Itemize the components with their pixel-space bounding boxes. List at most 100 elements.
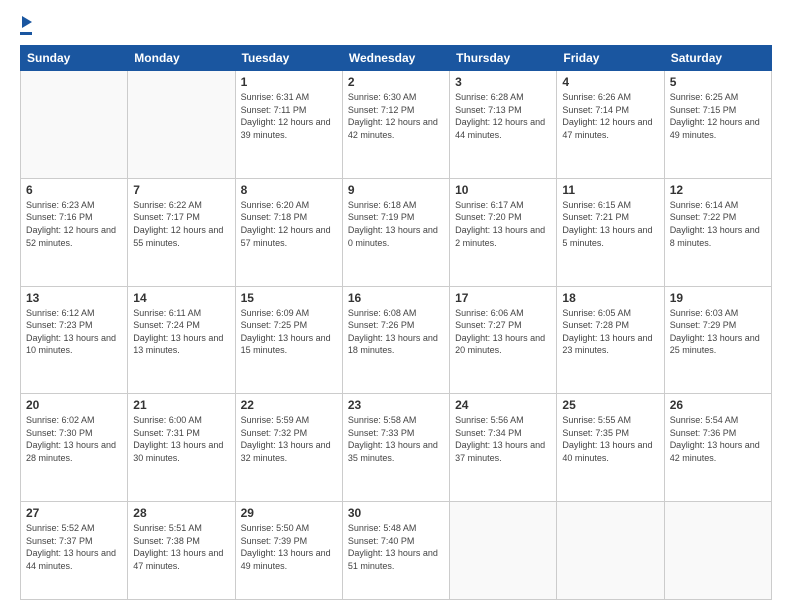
day-info: Sunrise: 6:12 AM Sunset: 7:23 PM Dayligh… — [26, 307, 122, 357]
header-tuesday: Tuesday — [235, 46, 342, 71]
day-number: 11 — [562, 183, 658, 197]
day-cell — [21, 71, 128, 179]
day-cell: 22 Sunrise: 5:59 AM Sunset: 7:32 PM Dayli… — [235, 394, 342, 502]
day-info: Sunrise: 6:14 AM Sunset: 7:22 PM Dayligh… — [670, 199, 766, 249]
day-info: Sunrise: 6:22 AM Sunset: 7:17 PM Dayligh… — [133, 199, 229, 249]
day-cell: 13 Sunrise: 6:12 AM Sunset: 7:23 PM Dayli… — [21, 286, 128, 394]
day-cell: 20Sunrise: 6:02 AM Sunset: 7:30 PM Dayli… — [21, 394, 128, 502]
day-cell: 23Sunrise: 5:58 AM Sunset: 7:33 PM Dayli… — [342, 394, 449, 502]
day-cell — [557, 502, 664, 600]
header-friday: Friday — [557, 46, 664, 71]
day-cell: 7 Sunrise: 6:22 AM Sunset: 7:17 PM Daylig… — [128, 178, 235, 286]
week-row-4: 27 Sunrise: 5:52 AM Sunset: 7:37 PM Dayli… — [21, 502, 772, 600]
logo-arrow-icon — [22, 16, 32, 28]
day-cell: 14 Sunrise: 6:11 AM Sunset: 7:24 PM Dayli… — [128, 286, 235, 394]
day-info: Sunrise: 6:00 AM Sunset: 7:31 PM Dayligh… — [133, 414, 229, 464]
day-info: Sunrise: 6:20 AM Sunset: 7:18 PM Dayligh… — [241, 199, 337, 249]
day-number: 19 — [670, 291, 766, 305]
day-number: 2 — [348, 75, 444, 89]
day-info: Sunrise: 6:09 AM Sunset: 7:25 PM Dayligh… — [241, 307, 337, 357]
day-number: 29 — [241, 506, 337, 520]
page: SundayMondayTuesdayWednesdayThursdayFrid… — [0, 0, 792, 612]
day-cell: 16 Sunrise: 6:08 AM Sunset: 7:26 PM Dayli… — [342, 286, 449, 394]
day-info: Sunrise: 5:58 AM Sunset: 7:33 PM Dayligh… — [348, 414, 444, 464]
logo-underline — [20, 32, 32, 35]
day-cell: 15Sunrise: 6:09 AM Sunset: 7:25 PM Dayli… — [235, 286, 342, 394]
header-sunday: Sunday — [21, 46, 128, 71]
day-cell: 18 Sunrise: 6:05 AM Sunset: 7:28 PM Dayli… — [557, 286, 664, 394]
day-number: 22 — [241, 398, 337, 412]
day-number: 14 — [133, 291, 229, 305]
day-cell: 10 Sunrise: 6:17 AM Sunset: 7:20 PM Dayli… — [450, 178, 557, 286]
day-cell: 5Sunrise: 6:25 AM Sunset: 7:15 PM Daylig… — [664, 71, 771, 179]
day-cell: 21 Sunrise: 6:00 AM Sunset: 7:31 PM Dayli… — [128, 394, 235, 502]
day-number: 4 — [562, 75, 658, 89]
day-cell: 28Sunrise: 5:51 AM Sunset: 7:38 PM Dayli… — [128, 502, 235, 600]
day-info: Sunrise: 5:55 AM Sunset: 7:35 PM Dayligh… — [562, 414, 658, 464]
day-number: 18 — [562, 291, 658, 305]
day-cell: 2Sunrise: 6:30 AM Sunset: 7:12 PM Daylig… — [342, 71, 449, 179]
day-number: 12 — [670, 183, 766, 197]
day-number: 16 — [348, 291, 444, 305]
day-number: 25 — [562, 398, 658, 412]
day-info: Sunrise: 5:56 AM Sunset: 7:34 PM Dayligh… — [455, 414, 551, 464]
day-cell: 25 Sunrise: 5:55 AM Sunset: 7:35 PM Dayli… — [557, 394, 664, 502]
day-cell: 24Sunrise: 5:56 AM Sunset: 7:34 PM Dayli… — [450, 394, 557, 502]
day-info: Sunrise: 6:05 AM Sunset: 7:28 PM Dayligh… — [562, 307, 658, 357]
day-number: 27 — [26, 506, 122, 520]
header-saturday: Saturday — [664, 46, 771, 71]
day-cell: 6Sunrise: 6:23 AM Sunset: 7:16 PM Daylig… — [21, 178, 128, 286]
week-row-0: 1 Sunrise: 6:31 AM Sunset: 7:11 PM Daylig… — [21, 71, 772, 179]
day-info: Sunrise: 6:31 AM Sunset: 7:11 PM Dayligh… — [241, 91, 337, 141]
day-cell: 9 Sunrise: 6:18 AM Sunset: 7:19 PM Daylig… — [342, 178, 449, 286]
day-info: Sunrise: 6:17 AM Sunset: 7:20 PM Dayligh… — [455, 199, 551, 249]
logo — [20, 16, 32, 35]
day-number: 10 — [455, 183, 551, 197]
day-info: Sunrise: 6:06 AM Sunset: 7:27 PM Dayligh… — [455, 307, 551, 357]
day-info: Sunrise: 6:11 AM Sunset: 7:24 PM Dayligh… — [133, 307, 229, 357]
day-info: Sunrise: 6:03 AM Sunset: 7:29 PM Dayligh… — [670, 307, 766, 357]
day-info: Sunrise: 6:28 AM Sunset: 7:13 PM Dayligh… — [455, 91, 551, 141]
day-cell — [664, 502, 771, 600]
day-cell: 11 Sunrise: 6:15 AM Sunset: 7:21 PM Dayli… — [557, 178, 664, 286]
week-row-1: 6Sunrise: 6:23 AM Sunset: 7:16 PM Daylig… — [21, 178, 772, 286]
day-cell: 17Sunrise: 6:06 AM Sunset: 7:27 PM Dayli… — [450, 286, 557, 394]
week-row-2: 13 Sunrise: 6:12 AM Sunset: 7:23 PM Dayli… — [21, 286, 772, 394]
day-cell — [450, 502, 557, 600]
day-cell: 3 Sunrise: 6:28 AM Sunset: 7:13 PM Daylig… — [450, 71, 557, 179]
day-cell: 29Sunrise: 5:50 AM Sunset: 7:39 PM Dayli… — [235, 502, 342, 600]
day-number: 30 — [348, 506, 444, 520]
day-info: Sunrise: 6:08 AM Sunset: 7:26 PM Dayligh… — [348, 307, 444, 357]
header — [20, 16, 772, 35]
day-number: 26 — [670, 398, 766, 412]
day-info: Sunrise: 5:59 AM Sunset: 7:32 PM Dayligh… — [241, 414, 337, 464]
day-cell: 30Sunrise: 5:48 AM Sunset: 7:40 PM Dayli… — [342, 502, 449, 600]
day-number: 21 — [133, 398, 229, 412]
header-monday: Monday — [128, 46, 235, 71]
day-number: 1 — [241, 75, 337, 89]
day-number: 13 — [26, 291, 122, 305]
week-row-3: 20Sunrise: 6:02 AM Sunset: 7:30 PM Dayli… — [21, 394, 772, 502]
day-cell: 1 Sunrise: 6:31 AM Sunset: 7:11 PM Daylig… — [235, 71, 342, 179]
day-info: Sunrise: 6:15 AM Sunset: 7:21 PM Dayligh… — [562, 199, 658, 249]
day-cell: 26 Sunrise: 5:54 AM Sunset: 7:36 PM Dayli… — [664, 394, 771, 502]
day-number: 20 — [26, 398, 122, 412]
day-info: Sunrise: 6:18 AM Sunset: 7:19 PM Dayligh… — [348, 199, 444, 249]
header-thursday: Thursday — [450, 46, 557, 71]
day-info: Sunrise: 5:52 AM Sunset: 7:37 PM Dayligh… — [26, 522, 122, 572]
day-number: 7 — [133, 183, 229, 197]
day-cell: 19 Sunrise: 6:03 AM Sunset: 7:29 PM Dayli… — [664, 286, 771, 394]
day-info: Sunrise: 6:26 AM Sunset: 7:14 PM Dayligh… — [562, 91, 658, 141]
day-info: Sunrise: 5:51 AM Sunset: 7:38 PM Dayligh… — [133, 522, 229, 572]
day-cell — [128, 71, 235, 179]
day-number: 9 — [348, 183, 444, 197]
day-cell: 27 Sunrise: 5:52 AM Sunset: 7:37 PM Dayli… — [21, 502, 128, 600]
day-number: 6 — [26, 183, 122, 197]
calendar-header-row: SundayMondayTuesdayWednesdayThursdayFrid… — [21, 46, 772, 71]
calendar-table: SundayMondayTuesdayWednesdayThursdayFrid… — [20, 45, 772, 600]
day-cell: 12 Sunrise: 6:14 AM Sunset: 7:22 PM Dayli… — [664, 178, 771, 286]
day-number: 3 — [455, 75, 551, 89]
day-info: Sunrise: 5:54 AM Sunset: 7:36 PM Dayligh… — [670, 414, 766, 464]
header-wednesday: Wednesday — [342, 46, 449, 71]
day-info: Sunrise: 6:25 AM Sunset: 7:15 PM Dayligh… — [670, 91, 766, 141]
